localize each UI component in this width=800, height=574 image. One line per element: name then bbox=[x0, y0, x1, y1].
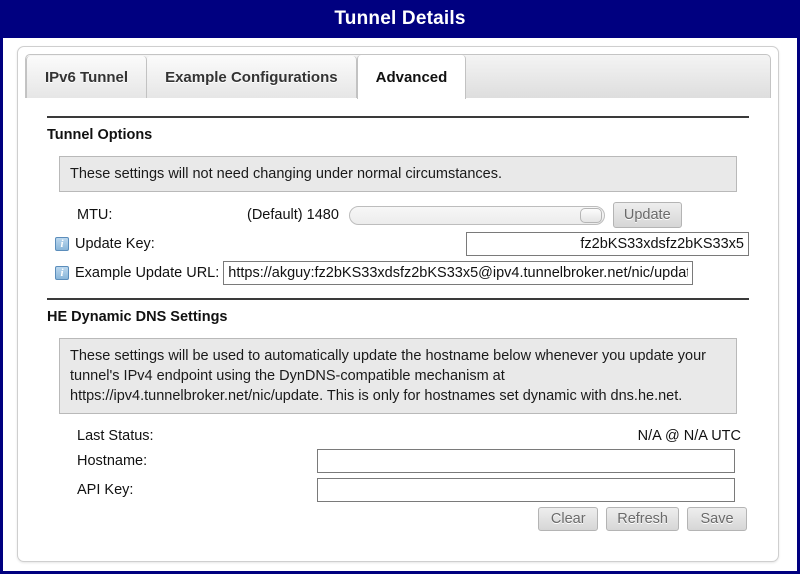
example-update-url-input[interactable] bbox=[223, 261, 694, 285]
api-key-input[interactable] bbox=[317, 478, 735, 502]
dyndns-button-row: Clear Refresh Save bbox=[47, 507, 749, 531]
dyndns-fields: Last Status: N/A @ N/A UTC Hostname: API… bbox=[47, 428, 749, 531]
page-title: Tunnel Details bbox=[334, 8, 466, 29]
hostname-row: Hostname: bbox=[47, 449, 749, 473]
last-status-label: Last Status: bbox=[77, 428, 154, 444]
tab-advanced-label: Advanced bbox=[375, 68, 448, 86]
update-key-label: Update Key: bbox=[75, 236, 155, 252]
tab-example-configurations[interactable]: Example Configurations bbox=[147, 56, 357, 98]
example-update-url-row: Example Update URL: bbox=[47, 260, 749, 286]
api-key-row: API Key: bbox=[47, 478, 749, 502]
last-status-row: Last Status: N/A @ N/A UTC bbox=[47, 428, 749, 444]
tab-bar: IPv6 Tunnel Example Configurations Advan… bbox=[25, 54, 771, 99]
api-key-label: API Key: bbox=[77, 482, 134, 498]
dyndns-notice: These settings will be used to automatic… bbox=[59, 338, 737, 414]
tab-ipv6-tunnel-label: IPv6 Tunnel bbox=[45, 68, 129, 86]
tunnel-details-page: Tunnel Details IPv6 Tunnel Example Confi… bbox=[0, 0, 800, 574]
update-key-input[interactable] bbox=[466, 232, 749, 256]
refresh-button[interactable]: Refresh bbox=[606, 507, 679, 531]
tab-panel-advanced: Tunnel Options These settings will not n… bbox=[25, 98, 771, 556]
info-icon[interactable] bbox=[55, 266, 69, 280]
mtu-label: MTU: bbox=[77, 207, 113, 223]
update-key-label-wrap: Update Key: bbox=[47, 236, 155, 252]
tunnel-options-heading: Tunnel Options bbox=[47, 116, 749, 143]
mtu-row: MTU: (Default) 1480 Update bbox=[47, 202, 749, 228]
clear-button[interactable]: Clear bbox=[538, 507, 599, 531]
dyndns-heading: HE Dynamic DNS Settings bbox=[47, 298, 749, 325]
last-status-value: N/A @ N/A UTC bbox=[637, 428, 741, 444]
tunnel-options-notice: These settings will not need changing un… bbox=[59, 156, 737, 192]
example-update-url-label: Example Update URL: bbox=[75, 265, 220, 281]
info-icon[interactable] bbox=[55, 237, 69, 251]
tab-example-configurations-label: Example Configurations bbox=[165, 68, 338, 86]
mtu-slider-handle[interactable] bbox=[579, 207, 602, 223]
save-button[interactable]: Save bbox=[687, 507, 747, 531]
hostname-input[interactable] bbox=[317, 449, 735, 473]
mtu-update-button[interactable]: Update bbox=[612, 202, 682, 228]
example-update-url-label-wrap: Example Update URL: bbox=[47, 265, 219, 281]
mtu-slider[interactable] bbox=[348, 205, 605, 225]
mtu-default-value: (Default) 1480 bbox=[247, 207, 339, 223]
tunnel-details-panel: IPv6 Tunnel Example Configurations Advan… bbox=[17, 46, 779, 562]
hostname-label: Hostname: bbox=[77, 453, 148, 469]
tab-advanced[interactable]: Advanced bbox=[356, 55, 467, 99]
tunnel-options-fields: MTU: (Default) 1480 Update Update Key: bbox=[47, 202, 749, 286]
window-title-bar: Tunnel Details bbox=[3, 0, 797, 38]
update-key-row: Update Key: bbox=[47, 231, 749, 257]
tab-ipv6-tunnel[interactable]: IPv6 Tunnel bbox=[26, 56, 148, 98]
